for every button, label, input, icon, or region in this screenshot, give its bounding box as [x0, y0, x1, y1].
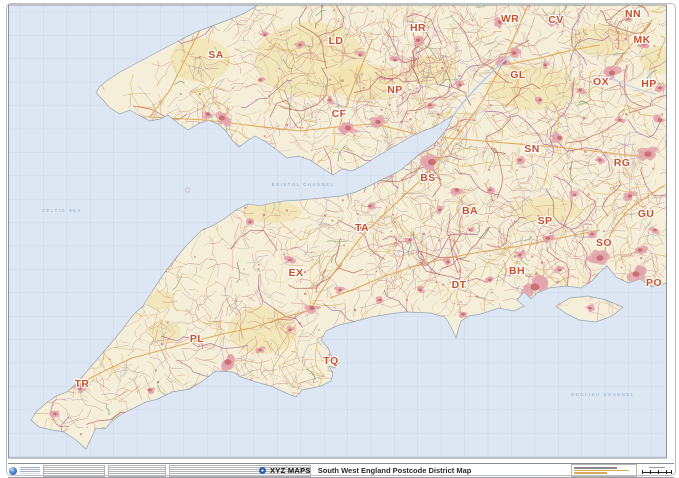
postcode-label-BH: BH [509, 265, 525, 277]
legend-box [571, 464, 637, 477]
postcode-label-SA: SA [208, 49, 223, 61]
postcode-label-TR: TR [75, 378, 90, 390]
postcode-label-CF: CF [332, 108, 347, 120]
postcode-label-WR: WR [501, 13, 519, 25]
compass-icon [259, 467, 266, 474]
postcode-label-PO: PO [646, 277, 662, 289]
postcode-label-NN: NN [625, 8, 641, 20]
postcode-label-EX: EX [289, 267, 304, 279]
fine-print-box [43, 464, 105, 477]
footer-right-group [571, 464, 672, 477]
postcode-label-HR: HR [410, 22, 426, 34]
postcode-label-PL: PL [190, 333, 204, 345]
map-canvas: CELTIC SEA BRISTOL CHANNEL ENGLISH CHANNEL… [8, 4, 667, 459]
postcode-label-HP: HP [641, 78, 656, 90]
postcode-label-DT: DT [452, 279, 467, 291]
postcode-label-OX: OX [593, 76, 609, 88]
postcode-label-LD: LD [329, 35, 344, 47]
scale-bar [642, 466, 672, 476]
postcode-label-SP: SP [538, 215, 553, 227]
sea-label-english-channel: ENGLISH CHANNEL [571, 392, 635, 397]
postcode-label-SN: SN [524, 143, 539, 155]
postcode-label-MK: MK [633, 34, 650, 46]
postcode-label-BA: BA [462, 205, 478, 217]
postcode-label-SO: SO [596, 237, 612, 249]
postcode-label-GU: GU [638, 208, 655, 220]
footer-title-group: XYZ MAPS South West England Postcode Dis… [259, 464, 471, 477]
map-title: South West England Postcode District Map [317, 466, 472, 475]
sea-label-celtic-sea: CELTIC SEA [42, 208, 82, 213]
fine-print-box [108, 464, 166, 477]
postcode-label-CV: CV [548, 14, 563, 26]
postcode-label-TA: TA [355, 222, 369, 234]
fine-print-text [20, 467, 40, 474]
sea-label-bristol-channel: BRISTOL CHANNEL [272, 182, 335, 187]
brand-name: XYZ MAPS [270, 466, 311, 475]
footer-bar: XYZ MAPS South West England Postcode Dis… [8, 463, 674, 478]
postcode-label-BS: BS [420, 172, 435, 184]
postcode-label-GL: GL [510, 69, 526, 81]
publisher-logo-icon [9, 466, 17, 475]
postcode-label-TQ: TQ [323, 355, 338, 367]
postcode-label-RG: RG [614, 157, 631, 169]
postcode-label-NP: NP [387, 84, 402, 96]
